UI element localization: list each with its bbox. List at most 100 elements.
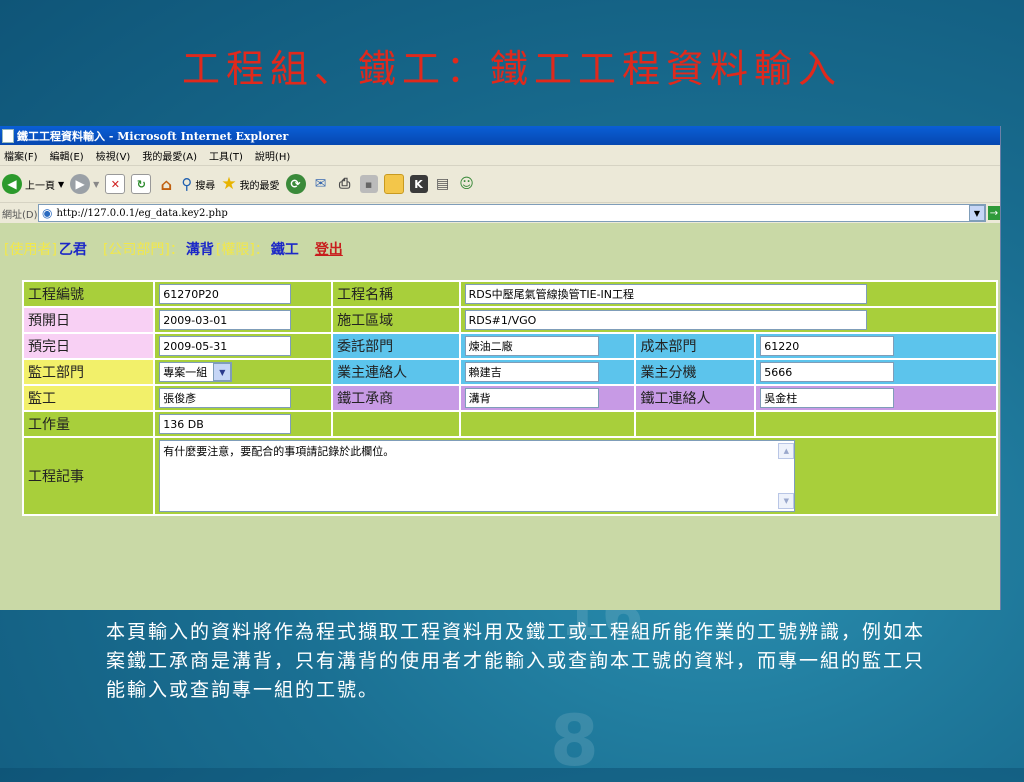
folder-icon[interactable]	[383, 174, 404, 194]
user-label: [使用者]	[4, 242, 57, 258]
contractor-label: 鐵工承商	[331, 384, 461, 412]
workload-input[interactable]: 136 DB	[159, 414, 292, 434]
dropdown-arrow-icon: ▼	[58, 179, 65, 189]
notes-scrollbar[interactable]: ▲ ▼	[778, 443, 795, 509]
contractor-contact-input[interactable]: 吳金柱	[760, 388, 895, 408]
owner-contact-input[interactable]: 賴建吉	[464, 362, 599, 382]
end-date-input[interactable]: 2009-05-31	[159, 336, 292, 356]
search-icon: ⚲	[181, 175, 193, 193]
notes-cell: 有什麼要注意，要配合的事項請記錄於此欄位。 ▲ ▼	[153, 436, 998, 516]
forward-button[interactable]: ▶ ▼	[70, 174, 99, 194]
slide-title: 工程組、鐵工：鐵工工程資料輸入	[181, 47, 842, 91]
supervisor-input[interactable]: 張俊彥	[159, 388, 292, 408]
background-decoration: 8	[550, 700, 599, 782]
browser-window: 鐵工工程資料輸入 - Microsoft Internet Explorer 檔…	[0, 126, 1001, 610]
page-content: [使用者] 乙君 [公司部門]： 溝背 [權限]： 鐵工 登出 工程編號 612…	[0, 223, 1000, 610]
owner-ext-input[interactable]: 5666	[760, 362, 895, 382]
commission-dept-label: 委託部門	[331, 332, 461, 360]
user-info-bar: [使用者] 乙君 [公司部門]： 溝背 [權限]： 鐵工 登出	[0, 223, 1000, 275]
project-no-input[interactable]: 61270P20	[159, 284, 292, 304]
search-button[interactable]: ⚲ 搜尋	[181, 175, 215, 193]
ie-page-icon: ◉	[42, 206, 53, 220]
cost-dept-input[interactable]: 61220	[760, 336, 895, 356]
commission-dept-cell: 煉油二廠	[458, 332, 637, 360]
menu-view[interactable]: 檢視(V)	[92, 148, 139, 163]
form-row: 預完日 2009-05-31 委託部門 煉油二廠 成本部門 61220	[21, 332, 998, 360]
empty-cell	[331, 410, 461, 438]
supervise-dept-select[interactable]: 專案一組 ▼	[159, 362, 233, 382]
research-icon[interactable]: ▤	[434, 175, 452, 193]
form-row: 監工 張俊彥 鐵工承商 溝背 鐵工連絡人 吳金柱	[21, 384, 998, 412]
notes-text: 有什麼要注意，要配合的事項請記錄於此欄位。	[163, 445, 395, 458]
supervise-dept-label: 監工部門	[21, 358, 156, 386]
refresh-icon[interactable]: ↻	[131, 174, 152, 194]
perm-label: [權限]：	[215, 242, 269, 258]
favorites-button[interactable]: ★ 我的最愛	[221, 174, 279, 194]
empty-cell	[634, 410, 757, 438]
owner-contact-label: 業主連絡人	[331, 358, 461, 386]
window-title: 鐵工工程資料輸入 - Microsoft Internet Explorer	[17, 129, 289, 143]
user-value: 乙君	[58, 242, 87, 258]
notes-label: 工程記事	[21, 436, 156, 516]
project-name-input[interactable]: RDS中壓尾氣管線換管TIE-IN工程	[464, 284, 867, 304]
address-input[interactable]: ◉ http://127.0.0.1/eg_data.key2.php ▼	[38, 204, 986, 222]
project-form: 工程編號 61270P20 工程名稱 RDS中壓尾氣管線換管TIE-IN工程 預…	[21, 280, 999, 516]
contractor-contact-label: 鐵工連絡人	[634, 384, 757, 412]
window-titlebar: 鐵工工程資料輸入 - Microsoft Internet Explorer	[0, 126, 1000, 145]
dropdown-arrow-icon: ▼	[93, 179, 100, 189]
menu-edit[interactable]: 編輯(E)	[46, 148, 92, 163]
form-row: 工作量 136 DB	[21, 410, 998, 438]
empty-cell	[754, 410, 998, 438]
contractor-input[interactable]: 溝背	[464, 388, 599, 408]
messenger-k-icon[interactable]: K	[409, 175, 428, 193]
owner-ext-cell: 5666	[754, 358, 998, 386]
end-date-label: 預完日	[21, 332, 156, 360]
address-dropdown-icon[interactable]: ▼	[969, 205, 985, 221]
history-icon[interactable]: ⟳	[285, 174, 306, 194]
owner-ext-label: 業主分機	[634, 358, 757, 386]
project-name-cell: RDS中壓尾氣管線換管TIE-IN工程	[458, 280, 999, 308]
mail-icon[interactable]: ✉	[312, 175, 330, 193]
end-date-cell: 2009-05-31	[153, 332, 334, 360]
menu-favorites[interactable]: 我的最愛(A)	[138, 148, 205, 163]
notes-textarea[interactable]: 有什麼要注意，要配合的事項請記錄於此欄位。 ▲ ▼	[159, 440, 796, 512]
messenger-people-icon[interactable]: ☺	[458, 175, 476, 193]
go-arrow-icon[interactable]: →	[988, 206, 1000, 220]
contractor-contact-cell: 吳金柱	[754, 384, 998, 412]
start-date-cell: 2009-03-01	[153, 306, 334, 334]
form-row: 工程編號 61270P20 工程名稱 RDS中壓尾氣管線換管TIE-IN工程	[21, 280, 999, 308]
back-button[interactable]: ◀ 上一頁 ▼	[2, 174, 64, 194]
area-input[interactable]: RDS#1/VGO	[464, 310, 867, 330]
workload-cell: 136 DB	[153, 410, 334, 438]
menu-file[interactable]: 檔案(F)	[0, 148, 46, 163]
logout-link[interactable]: 登出	[315, 239, 343, 259]
menu-help[interactable]: 說明(H)	[251, 148, 298, 163]
toolbar: ◀ 上一頁 ▼ ▶ ▼ ✕ ↻ ⌂ ⚲ 搜尋 ★ 我的最愛 ⟳ ✉ ⎙ ▪ K …	[0, 166, 1000, 203]
stop-icon[interactable]: ✕	[105, 174, 126, 194]
menu-tools[interactable]: 工具(T)	[205, 148, 251, 163]
contractor-cell: 溝背	[458, 384, 637, 412]
project-name-label: 工程名稱	[331, 280, 461, 308]
address-url: http://127.0.0.1/eg_data.key2.php	[56, 207, 228, 219]
area-label: 施工區域	[331, 306, 461, 334]
form-row: 預開日 2009-03-01 施工區域 RDS#1/VGO	[21, 306, 999, 334]
scroll-down-icon[interactable]: ▼	[778, 493, 795, 509]
start-date-label: 預開日	[21, 306, 156, 334]
chevron-down-icon: ▼	[213, 363, 232, 381]
cost-dept-label: 成本部門	[634, 332, 757, 360]
form-row: 工程記事 有什麼要注意，要配合的事項請記錄於此欄位。 ▲ ▼	[21, 436, 998, 516]
cost-dept-cell: 61220	[754, 332, 998, 360]
form-row: 監工部門 專案一組 ▼ 業主連絡人 賴建吉 業主分機 5666	[21, 358, 998, 386]
address-label: 網址(D)	[2, 209, 38, 221]
menu-bar: 檔案(F) 編輯(E) 檢視(V) 我的最愛(A) 工具(T) 說明(H)	[0, 145, 1000, 166]
scroll-up-icon[interactable]: ▲	[778, 443, 795, 459]
start-date-input[interactable]: 2009-03-01	[159, 310, 292, 330]
print-icon[interactable]: ⎙	[336, 175, 354, 193]
search-label: 搜尋	[195, 180, 216, 192]
page-icon	[2, 128, 14, 143]
home-icon[interactable]: ⌂	[157, 175, 175, 194]
edit-icon[interactable]: ▪	[359, 175, 378, 193]
back-arrow-icon: ◀	[2, 174, 22, 194]
supervisor-cell: 張俊彥	[153, 384, 334, 412]
commission-dept-input[interactable]: 煉油二廠	[464, 336, 599, 356]
